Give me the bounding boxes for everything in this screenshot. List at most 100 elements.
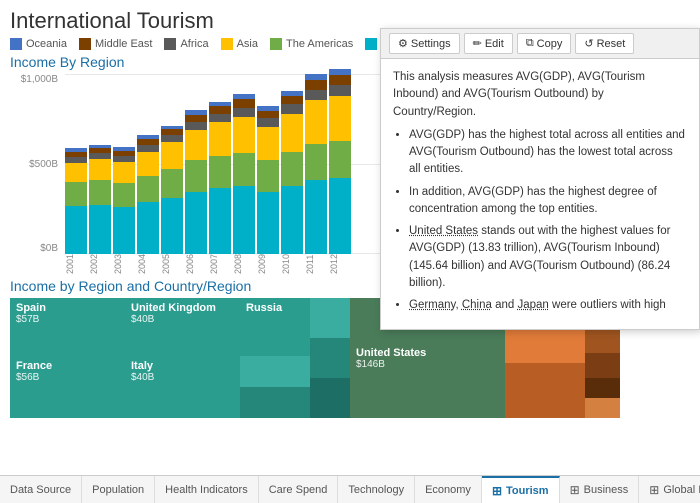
tab-global-indica[interactable]: ⊞Global Indica...: [639, 476, 700, 503]
tab-economy[interactable]: Economy: [415, 476, 482, 503]
tab-label: Tourism: [506, 485, 549, 497]
bar-segment-asia: [329, 96, 351, 142]
bar-segment-europe: [137, 202, 159, 254]
tab-care-spend[interactable]: Care Spend: [259, 476, 339, 503]
settings-button[interactable]: ⚙ Settings: [389, 33, 460, 54]
bar-segment-africa: [209, 114, 231, 122]
bar-segment-asia: [161, 142, 183, 168]
bar-segment-asia: [137, 152, 159, 176]
bar-segment-africa: [305, 90, 327, 101]
bar-group-2008[interactable]: [233, 94, 255, 254]
reset-icon: ↺: [584, 37, 593, 50]
treemap-cell-s2[interactable]: [310, 338, 350, 378]
treemap-cell-france[interactable]: France $56B: [10, 356, 125, 418]
china-link[interactable]: China: [462, 299, 492, 311]
tab-icon: ⊞: [492, 484, 502, 498]
tab-icon: ⊞: [570, 483, 580, 497]
treemap-cell-e3[interactable]: [585, 353, 620, 378]
tab-label: Population: [92, 484, 144, 496]
treemap-cell-s3[interactable]: [310, 378, 350, 418]
treemap-col-4: [310, 298, 350, 418]
bar-segment-europe: [329, 178, 351, 254]
bar-group-2002[interactable]: [89, 145, 111, 254]
bar-group-2006[interactable]: [185, 110, 207, 254]
tab-population[interactable]: Population: [82, 476, 155, 503]
japan-link[interactable]: Japan: [517, 299, 548, 311]
bar-segment-americas: [137, 176, 159, 202]
tab-icon: ⊞: [649, 483, 659, 497]
bar-segment-middleeast: [209, 106, 231, 113]
x-label-2003: 2003: [113, 256, 135, 274]
bar-segment-europe: [209, 188, 231, 254]
popup-bullets: AVG(GDP) has the highest total across al…: [393, 127, 687, 315]
russia-label: Russia: [246, 302, 304, 314]
treemap-cell-china2[interactable]: [505, 363, 585, 418]
tab-label: Data Source: [10, 484, 71, 496]
x-label-2005: 2005: [161, 256, 183, 274]
tab-health-indicators[interactable]: Health Indicators: [155, 476, 259, 503]
bar-segment-americas: [329, 141, 351, 178]
settings-icon: ⚙: [398, 37, 408, 50]
treemap-cell-russia[interactable]: Russia: [240, 298, 310, 356]
legend-item-oceania: Oceania: [10, 38, 67, 50]
bar-group-2004[interactable]: [137, 135, 159, 254]
germany-link[interactable]: Germany: [409, 299, 455, 311]
bar-segment-europe: [185, 192, 207, 254]
treemap-cell-e2[interactable]: [585, 328, 620, 353]
x-label-2012: 2012: [329, 256, 351, 274]
tab-label: Economy: [425, 484, 471, 496]
treemap-cell-uk[interactable]: United Kingdom $40B: [125, 298, 240, 356]
treemap-cell-e5[interactable]: [585, 398, 620, 418]
bar-group-2011[interactable]: [305, 74, 327, 254]
copy-button[interactable]: ⧉ Copy: [517, 33, 572, 54]
uk-value: $40B: [131, 314, 234, 325]
uk-label: United Kingdom: [131, 302, 234, 314]
popup-bullet-4-and: and: [492, 299, 518, 311]
tab-technology[interactable]: Technology: [338, 476, 415, 503]
bar-group-2012[interactable]: [329, 69, 351, 254]
tab-data-source[interactable]: Data Source: [0, 476, 82, 503]
bar-group-2005[interactable]: [161, 126, 183, 254]
us-label: United States: [356, 347, 499, 359]
bar-segment-asia: [281, 114, 303, 152]
bar-group-2007[interactable]: [209, 102, 231, 254]
spain-label: Spain: [16, 302, 119, 314]
bar-segment-africa: [257, 118, 279, 126]
treemap-cell-spain[interactable]: Spain $57B: [10, 298, 125, 356]
y-axis-label: $1,000B: [10, 74, 58, 85]
tab-business[interactable]: ⊞Business: [560, 476, 640, 503]
bar-group-2009[interactable]: [257, 106, 279, 254]
treemap-cell-s1[interactable]: [310, 298, 350, 338]
treemap-cell-small2[interactable]: [240, 387, 310, 418]
x-label-2001: 2001: [65, 256, 87, 274]
treemap-cell-italy[interactable]: Italy $40B: [125, 356, 240, 418]
treemap-cell-small1[interactable]: [240, 356, 310, 387]
italy-value: $40B: [131, 372, 234, 383]
bar-segment-middleeast: [329, 75, 351, 85]
bar-segment-americas: [209, 156, 231, 188]
bar-segment-americas: [161, 169, 183, 198]
bar-segment-africa: [233, 108, 255, 118]
bar-segment-middleeast: [281, 96, 303, 104]
bar-segment-asia: [305, 100, 327, 143]
bar-group-2003[interactable]: [113, 147, 135, 254]
y-axis-label: $500B: [10, 159, 58, 170]
popup-bullet-4-post: were outliers with high: [549, 299, 666, 311]
bar-group-2001[interactable]: [65, 148, 87, 254]
y-axis: $1,000B$500B$0B: [10, 74, 62, 254]
treemap-cell-e4[interactable]: [585, 378, 620, 398]
tab-tourism[interactable]: ⊞ Tourism: [482, 476, 560, 503]
treemap-col-2: United Kingdom $40B Italy $40B: [125, 298, 240, 418]
bar-segment-asia: [209, 122, 231, 156]
reset-button[interactable]: ↺ Reset: [575, 33, 634, 54]
spain-value: $57B: [16, 314, 119, 325]
us-value: $146B: [356, 359, 499, 370]
bar-segment-europe: [233, 186, 255, 254]
x-label-2006: 2006: [185, 256, 207, 274]
popup-bullet-1: AVG(GDP) has the highest total across al…: [409, 127, 687, 179]
bar-segment-americas: [305, 144, 327, 180]
france-value: $56B: [16, 372, 119, 383]
bar-group-2010[interactable]: [281, 91, 303, 254]
united-states-link[interactable]: United States: [409, 225, 478, 237]
edit-button[interactable]: ✏ Edit: [464, 33, 513, 54]
